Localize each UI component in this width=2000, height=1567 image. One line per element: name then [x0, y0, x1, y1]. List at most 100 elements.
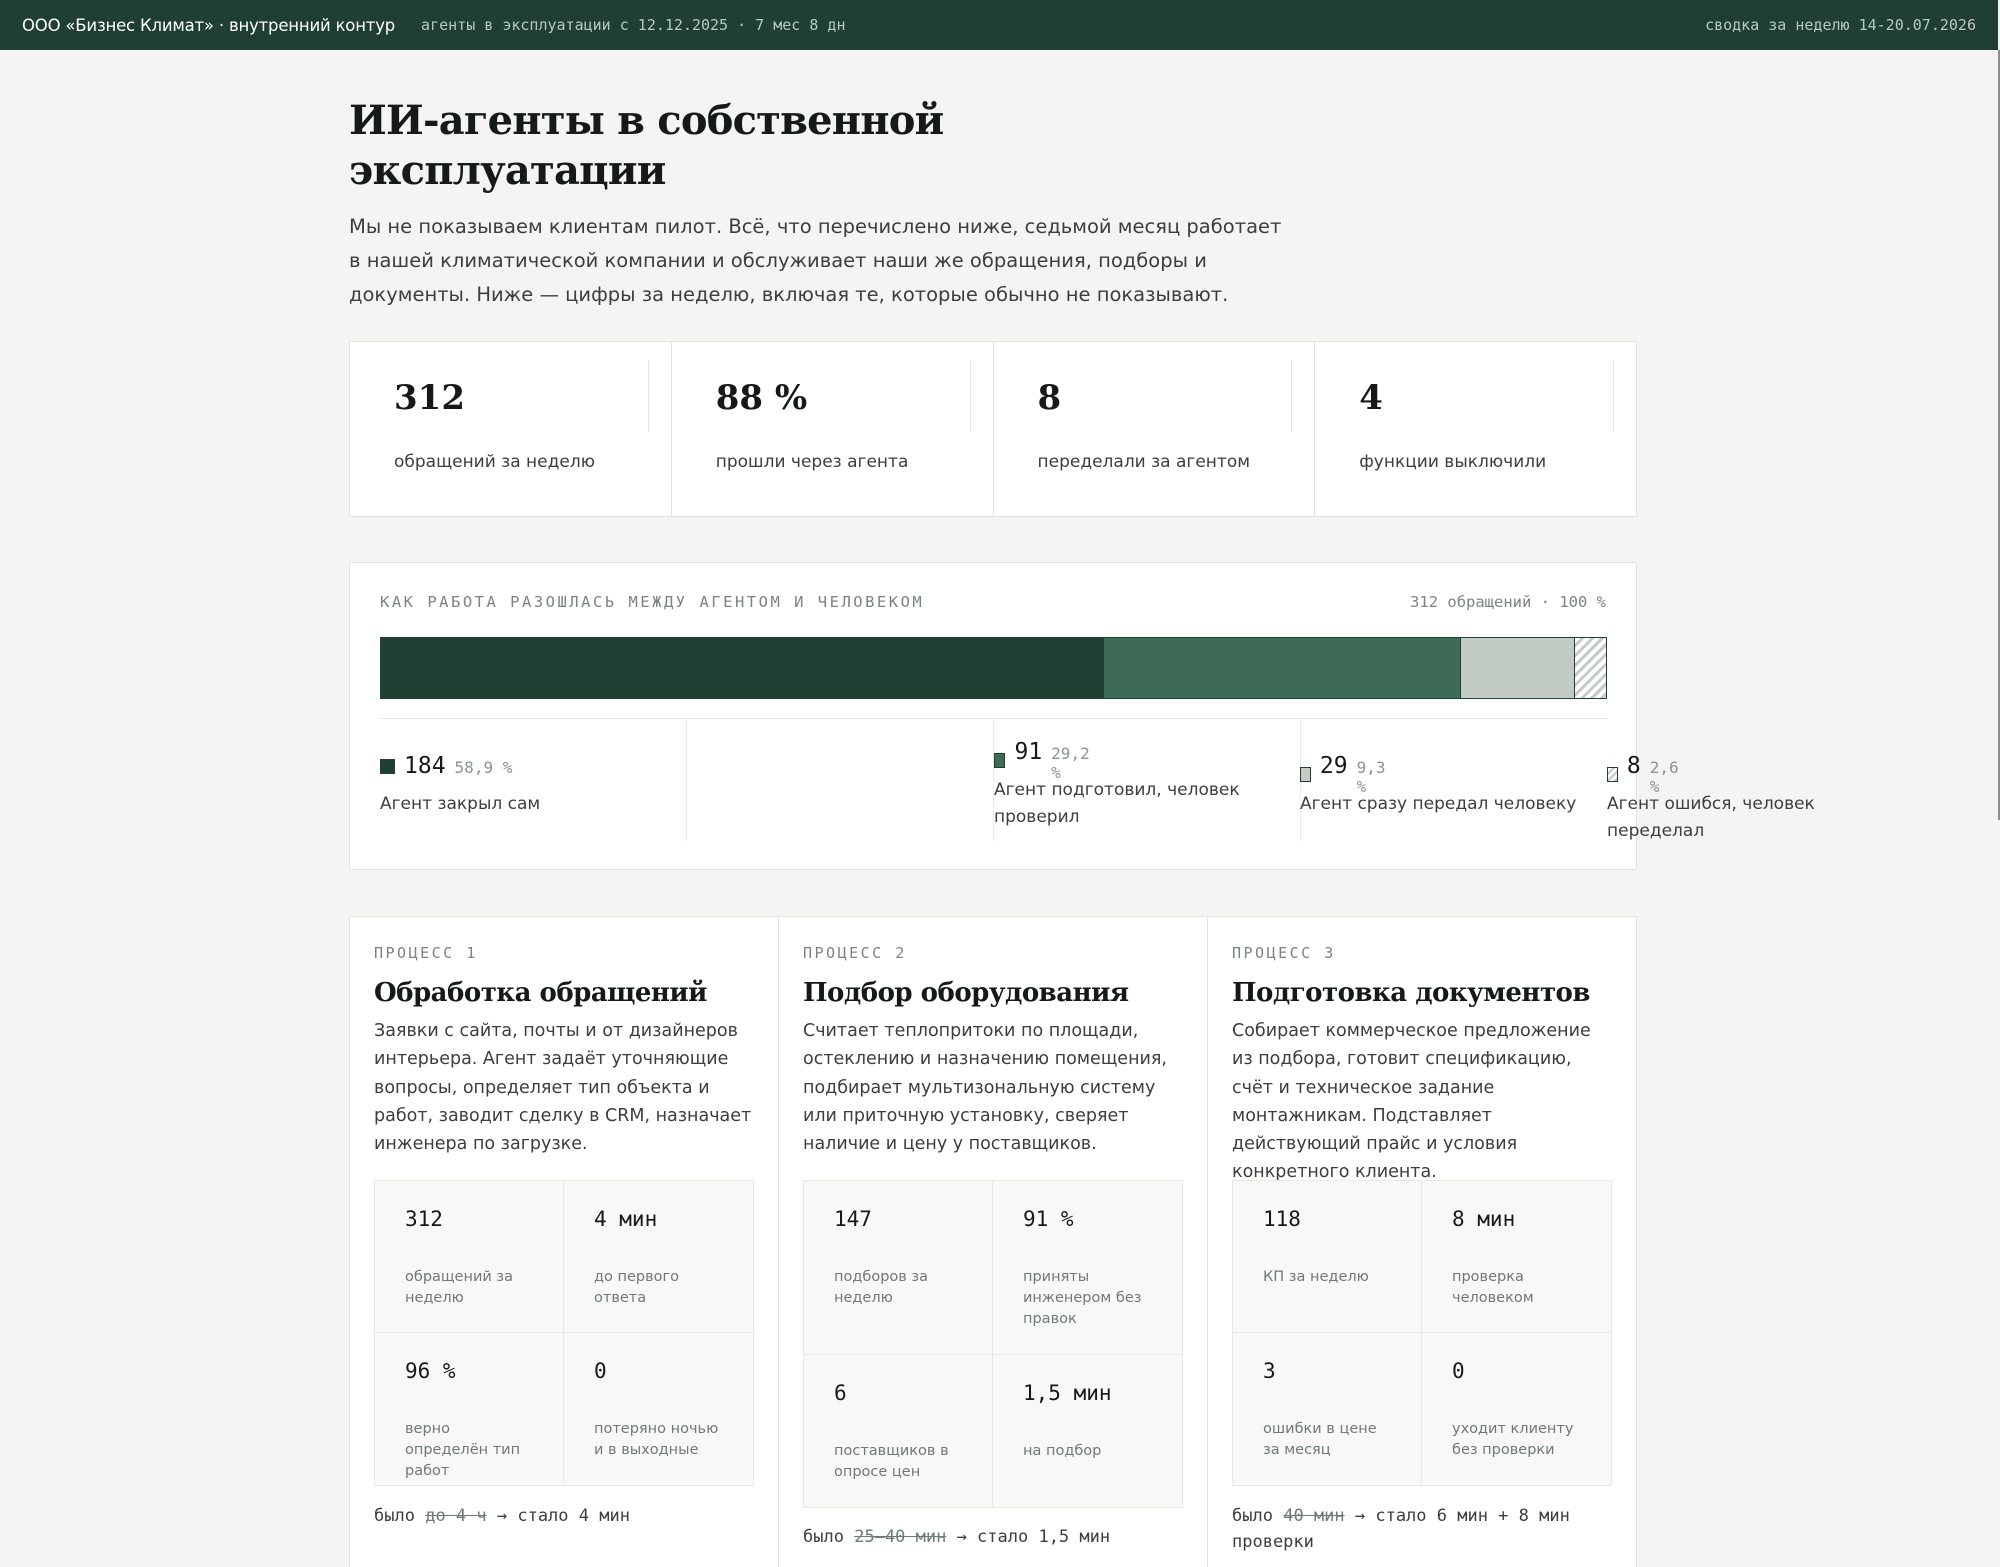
swatch-dark-icon [380, 758, 395, 774]
metric-value: 0 [1452, 1359, 1465, 1383]
metric-value: 147 [834, 1207, 872, 1231]
page-title: ИИ-агенты в собственной эксплуатации [349, 96, 969, 196]
foot-before: было [374, 1506, 415, 1526]
split-legend: 184 58,9 % Агент закрыл сам 91 29,2 % Аг… [380, 719, 1815, 841]
metric-label: КП за неделю [1263, 1269, 1369, 1285]
split-total: 312 обращений · 100 % [1410, 593, 1606, 611]
work-split-panel: КАК РАБОТА РАЗОШЛАСЬ МЕЖДУ АГЕНТОМ И ЧЕЛ… [349, 562, 1815, 870]
metric-label: обращений за неделю [405, 1269, 514, 1306]
process-description: Считает теплопритоки по площади, остекле… [803, 1021, 1167, 1155]
legend-label: Агент закрыл сам [380, 794, 541, 814]
split-segment-redone [1574, 638, 1606, 698]
metric-cell: 96 % верно определён тип работ [375, 1333, 564, 1485]
kpi-label: функции выключили [1359, 452, 1547, 472]
page-title-line-2: эксплуатации [349, 147, 666, 194]
legend-item-human-checked: 91 29,2 % Агент подготовил, человек пров… [687, 719, 1240, 841]
foot-old-value: 25–40 мин [854, 1527, 947, 1547]
kpi-value: 8 [1037, 378, 1062, 418]
metric-value: 0 [594, 1359, 607, 1383]
process-title: Подбор оборудования [803, 978, 1129, 1008]
metric-value: 3 [1263, 1359, 1276, 1383]
metric-cell: 118 КП за неделю [1233, 1181, 1422, 1333]
process-before-after: было до 4 ч → стало 4 мин [374, 1503, 754, 1529]
process-card-documents: ПРОЦЕСС 3 Подготовка документов Собирает… [1208, 917, 1636, 1567]
metric-cell: 8 мин проверка человеком [1422, 1181, 1611, 1333]
kpi-label: переделали за агентом [1037, 452, 1251, 472]
metric-cell: 1,5 мин на подбор [993, 1355, 1182, 1507]
split-segment-agent-closed [381, 638, 1103, 698]
foot-before: было [803, 1527, 844, 1547]
org-name: ООО «Бизнес Климат» · внутренний контур [22, 15, 396, 35]
process-title: Обработка обращений [374, 978, 707, 1008]
process-tag: ПРОЦЕСС 3 [1232, 944, 1336, 962]
legend-item-redone: 8 2,6 % Агент ошибся, человек переделал [1301, 719, 1815, 841]
process-metrics: 312 обращений за неделю 4 мин до первого… [374, 1180, 754, 1486]
metric-value: 6 [834, 1381, 847, 1405]
process-metrics: 147 подборов за неделю 91 % приняты инже… [803, 1180, 1183, 1508]
metric-label: ошибки в цене за месяц [1263, 1421, 1377, 1458]
page-title-line-1: ИИ-агенты в собственной [349, 97, 944, 144]
metric-label: подборов за неделю [834, 1269, 929, 1306]
metric-cell: 3 ошибки в цене за месяц [1233, 1333, 1422, 1485]
process-metrics: 118 КП за неделю 8 мин проверка человеко… [1232, 1180, 1612, 1486]
page-lead: Мы не показываем клиентам пилот. Всё, чт… [349, 215, 1282, 306]
metric-label: потеряно ночью и в выходные [594, 1421, 719, 1458]
metric-value: 96 % [405, 1359, 456, 1383]
legend-count: 184 [404, 753, 446, 779]
metric-cell: 0 уходит клиенту без проверки [1422, 1333, 1611, 1485]
split-bar [380, 637, 1607, 699]
metric-label: уходит клиенту без проверки [1452, 1421, 1574, 1458]
split-segment-handed-over [1460, 638, 1575, 698]
metric-cell: 4 мин до первого ответа [564, 1181, 753, 1333]
metric-value: 91 % [1023, 1207, 1074, 1231]
process-tag: ПРОЦЕСС 1 [374, 944, 478, 962]
legend-item-agent-closed: 184 58,9 % Агент закрыл сам [380, 719, 687, 841]
kpi-value: 312 [394, 378, 465, 418]
process-tag: ПРОЦЕСС 2 [803, 944, 907, 962]
metric-value: 1,5 мин [1023, 1381, 1112, 1405]
legend-count: 8 [1626, 753, 1641, 779]
kpi-value: 4 [1359, 378, 1383, 418]
week-summary: сводка за неделю 14-20.07.2026 [1705, 16, 1976, 34]
kpi-through-agent: 88 % прошли через агента [672, 342, 994, 516]
metric-cell: 0 потеряно ночью и в выходные [564, 1333, 753, 1485]
metric-cell: 147 подборов за неделю [804, 1181, 993, 1355]
metric-label: на подбор [1023, 1443, 1102, 1459]
kpi-redone: 8 переделали за агентом [994, 342, 1316, 516]
legend-item-handed-over: 29 9,3 % Агент сразу передал человеку [994, 719, 1576, 841]
process-title: Подготовка документов [1232, 978, 1590, 1008]
metric-cell: 91 % приняты инженером без правок [993, 1181, 1182, 1355]
kpi-label: прошли через агента [715, 452, 909, 472]
process-description: Собирает коммерческое предложение из под… [1232, 1021, 1591, 1183]
metric-label: верно определён тип работ [405, 1421, 521, 1479]
metric-cell: 312 обращений за неделю [375, 1181, 564, 1333]
process-card-requests: ПРОЦЕСС 1 Обработка обращений Заявки с с… [350, 917, 779, 1567]
foot-new-value: → стало 1,5 мин [956, 1527, 1111, 1547]
swatch-hatched-icon [1607, 767, 1618, 782]
metric-value: 4 мин [594, 1207, 658, 1231]
legend-label: Агент ошибся, человек переделал [1607, 794, 1815, 841]
split-caption: КАК РАБОТА РАЗОШЛАСЬ МЕЖДУ АГЕНТОМ И ЧЕЛ… [380, 593, 925, 611]
legend-percent: 58,9 % [454, 758, 513, 777]
process-before-after: было 40 мин → стало 6 мин + 8 мин провер… [1232, 1503, 1612, 1555]
metric-value: 118 [1263, 1207, 1301, 1231]
metric-label: поставщиков в опросе цен [834, 1443, 949, 1480]
metric-cell: 6 поставщиков в опросе цен [804, 1355, 993, 1507]
operation-since: агенты в эксплуатации с 12.12.2025 · 7 м… [421, 16, 846, 34]
process-before-after: было 25–40 мин → стало 1,5 мин [803, 1524, 1183, 1550]
metric-value: 312 [405, 1207, 443, 1231]
split-segment-human-checked [1102, 638, 1461, 698]
process-card-equipment: ПРОЦЕСС 2 Подбор оборудования Считает те… [779, 917, 1208, 1567]
foot-old-value: до 4 ч [425, 1506, 487, 1526]
metric-label: проверка человеком [1452, 1269, 1534, 1306]
foot-old-value: 40 мин [1283, 1506, 1345, 1526]
kpi-disabled: 4 функции выключили [1315, 342, 1636, 516]
top-bar: ООО «Бизнес Климат» · внутренний контур … [0, 0, 1998, 50]
foot-before: было [1232, 1506, 1273, 1526]
kpi-requests: 312 обращений за неделю [350, 342, 672, 516]
metric-label: до первого ответа [594, 1269, 680, 1306]
kpi-value: 88 % [715, 378, 808, 418]
metric-label: приняты инженером без правок [1023, 1269, 1142, 1327]
process-description: Заявки с сайта, почты и от дизайнеров ин… [374, 1021, 752, 1155]
foot-new-value: → стало 4 мин [496, 1506, 630, 1526]
